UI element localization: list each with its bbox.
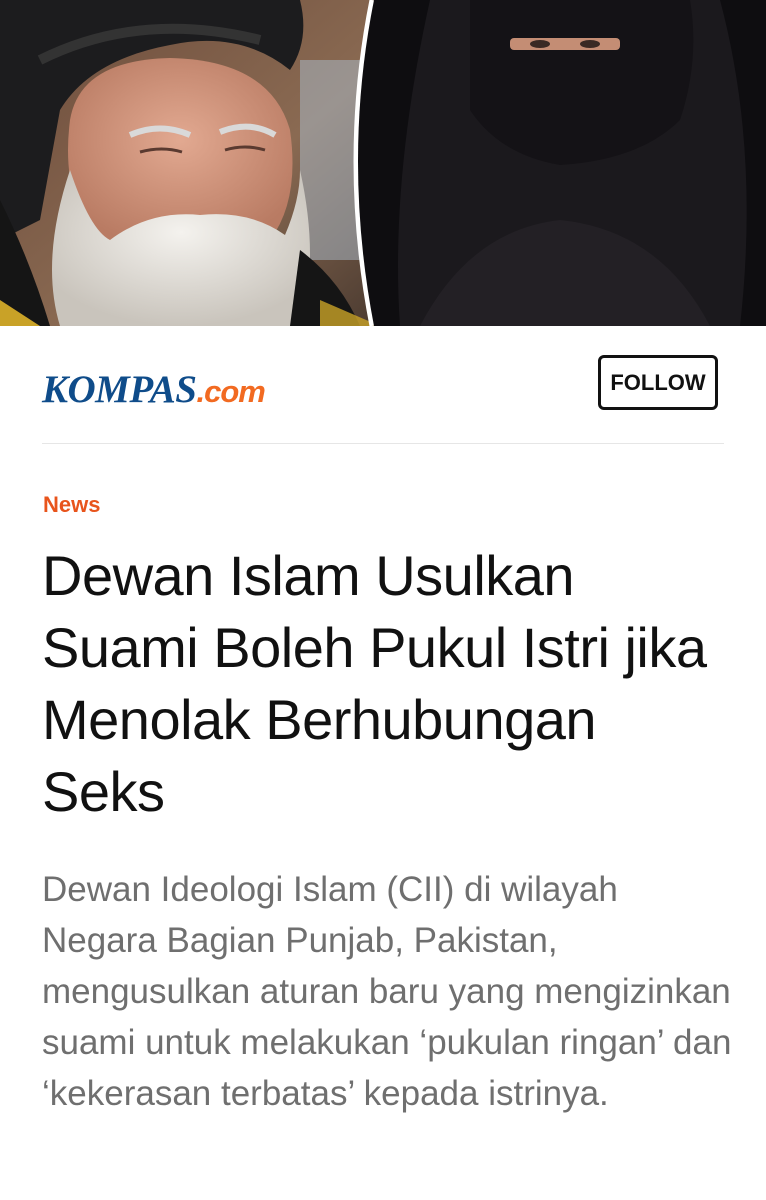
category-label[interactable]: News	[43, 492, 100, 518]
logo-suffix: .com	[196, 374, 266, 409]
publisher-header: KOMPAS.com FOLLOW	[0, 326, 766, 444]
logo-main: KOMPAS	[42, 368, 197, 411]
follow-button[interactable]: FOLLOW	[598, 355, 718, 410]
hero-image[interactable]	[0, 0, 766, 326]
article-summary: Dewan Ideologi Islam (CII) di wilayah Ne…	[42, 870, 732, 1113]
header-divider	[42, 443, 724, 444]
article-headline[interactable]: Dewan Islam Usulkan Suami Boleh Pukul Is…	[42, 540, 732, 828]
kompas-logo[interactable]: KOMPAS.com	[42, 368, 266, 411]
hero-photo	[0, 0, 766, 326]
